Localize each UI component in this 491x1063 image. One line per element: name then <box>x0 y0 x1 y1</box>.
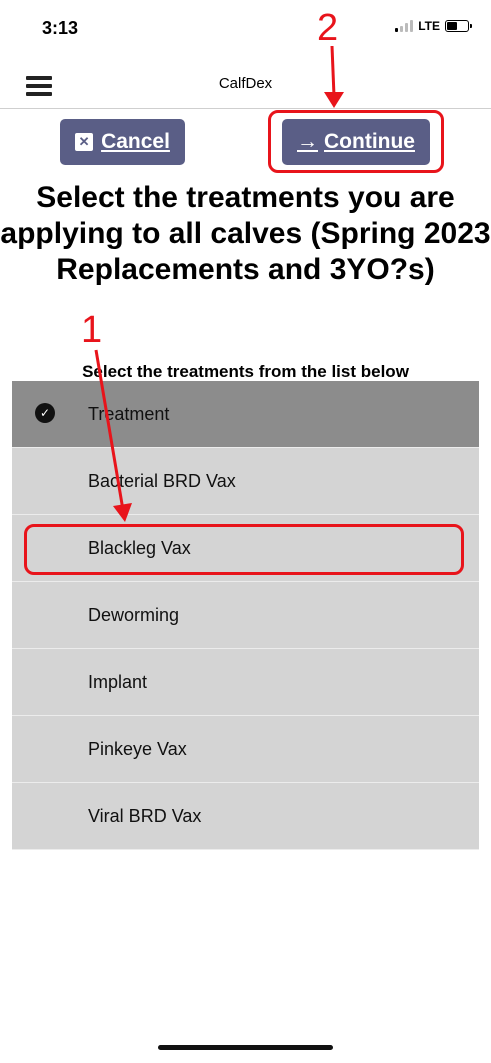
page-title: Select the treatments you are applying t… <box>0 181 491 286</box>
clock: 3:13 <box>42 18 79 38</box>
signal-icon <box>395 20 414 32</box>
cancel-button-label: Cancel <box>101 130 170 153</box>
list-header-label: Treatment <box>88 403 170 424</box>
battery-icon <box>445 20 472 32</box>
home-indicator <box>158 1045 333 1050</box>
list-item[interactable]: Viral BRD Vax <box>12 783 479 850</box>
list-item-label: Pinkeye Vax <box>88 738 187 759</box>
list-item[interactable]: Bacterial BRD Vax <box>12 448 479 515</box>
status-bar: 3:13 LTE <box>0 0 491 60</box>
step-1-number: 1 <box>81 309 103 351</box>
treatment-list: ✓ Treatment Bacterial BRD Vax Blackleg V… <box>12 381 479 850</box>
cancel-button[interactable]: ✕ Cancel <box>60 119 185 165</box>
highlight-box-blackleg <box>24 524 464 575</box>
checkmark-icon: ✓ <box>35 403 55 423</box>
app-title: CalfDex <box>218 75 273 92</box>
highlight-box-continue <box>268 110 444 173</box>
list-item-label: Bacterial BRD Vax <box>88 470 236 491</box>
list-instruction: Select the treatments from the list belo… <box>82 362 409 381</box>
list-item-label: Implant <box>88 671 148 692</box>
status-indicators: LTE <box>395 19 472 33</box>
list-item-label: Deworming <box>88 604 180 625</box>
list-item[interactable]: Implant <box>12 649 479 716</box>
step-2-number: 2 <box>317 7 339 49</box>
list-item[interactable]: Pinkeye Vax <box>12 716 479 783</box>
list-item-label: Viral BRD Vax <box>88 805 202 826</box>
list-header-row[interactable]: ✓ Treatment <box>12 381 479 448</box>
close-icon: ✕ <box>75 133 94 151</box>
network-label: LTE <box>418 19 440 33</box>
list-item[interactable]: Deworming <box>12 582 479 649</box>
nav-bar: CalfDex <box>0 60 491 109</box>
